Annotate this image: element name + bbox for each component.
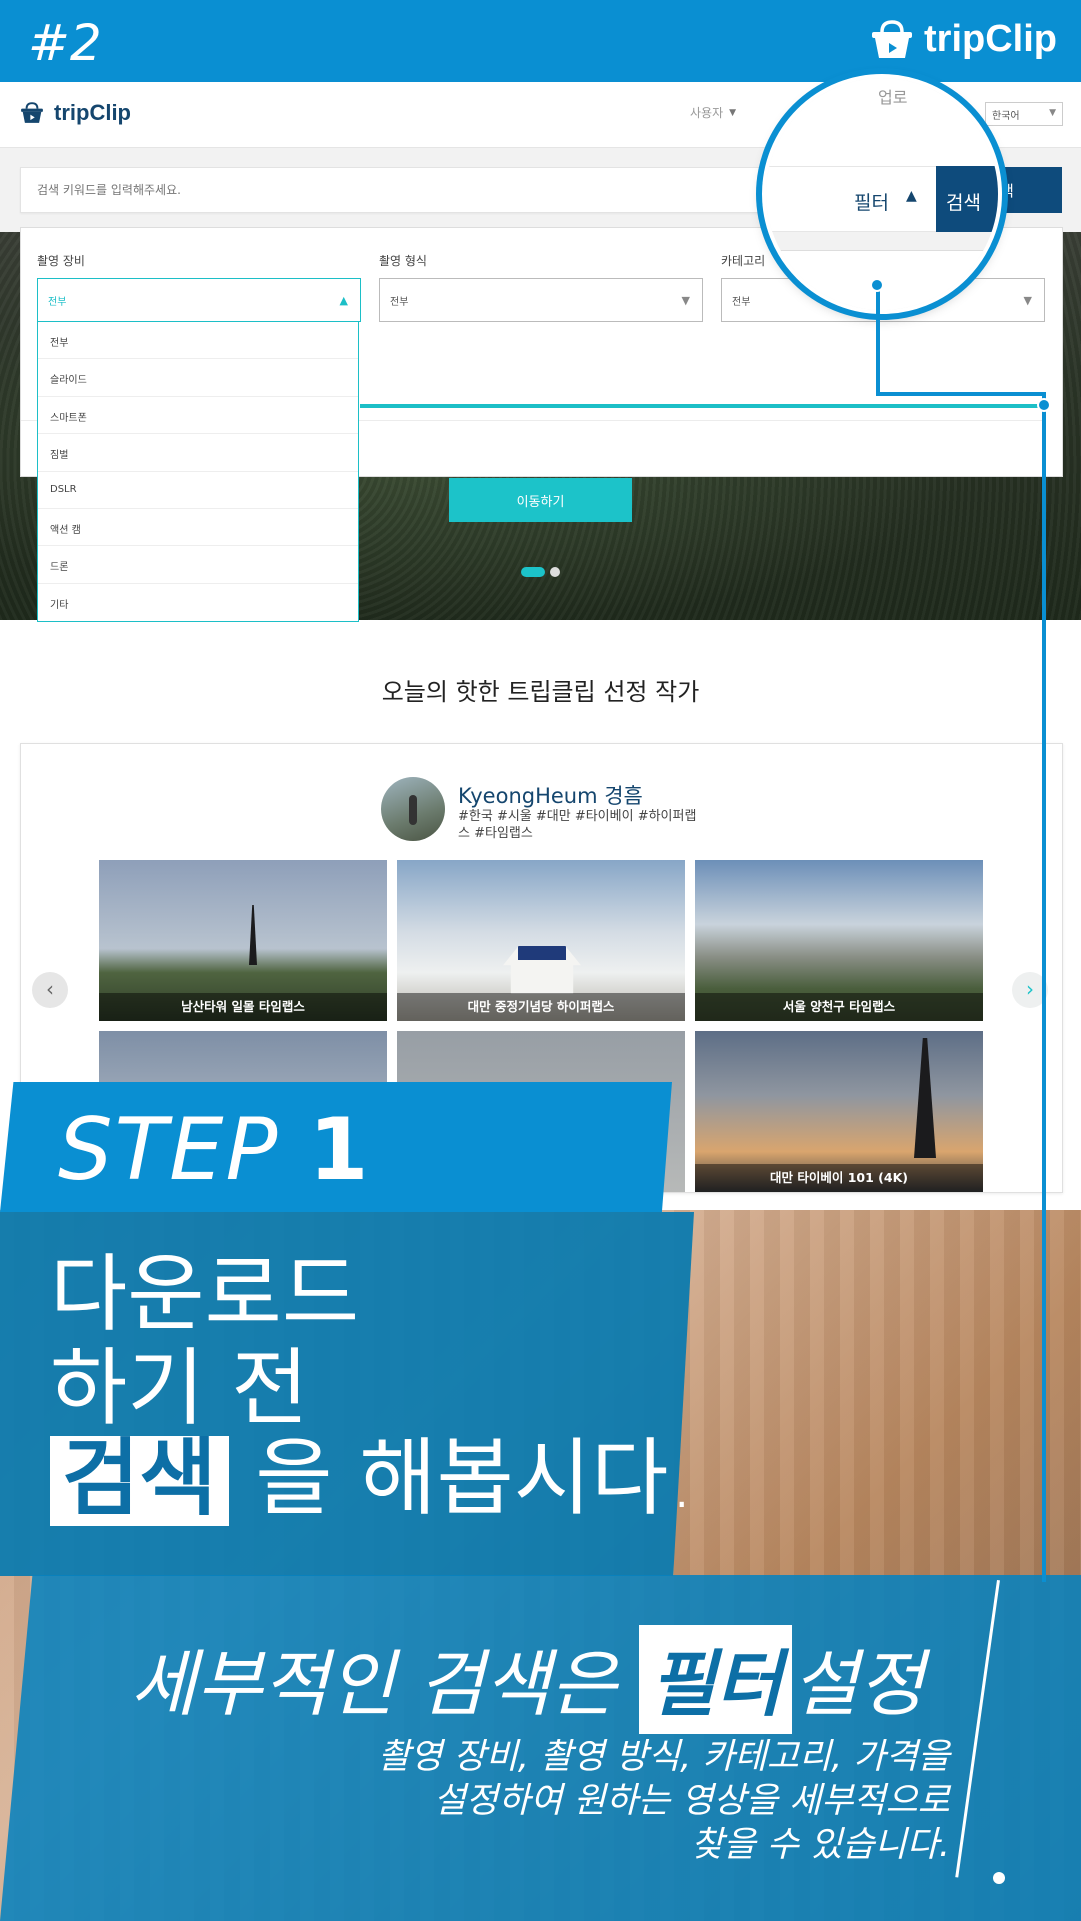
caret-up-icon: ▲	[906, 188, 917, 204]
caret-down-icon: ▼	[729, 107, 737, 118]
video-thumbnail[interactable]: 대만 중정기념당 하이퍼랩스	[397, 860, 685, 1021]
step-number-label: #2	[28, 14, 102, 72]
filter-select-format[interactable]: 전부 ▼	[379, 278, 703, 322]
filter-heading-highlight: 필터	[639, 1625, 792, 1734]
equipment-dropdown-list: 전부 슬라이드 스마트폰 짐벌 DSLR 액션 캠 드론 기타	[37, 322, 359, 623]
magnifier-callout: 업로 필터 ▲ 검색	[762, 74, 1002, 314]
video-thumbnail[interactable]: 대만 타이베이 101 (4K)	[695, 1031, 983, 1192]
dropdown-option-slider[interactable]: 슬라이드	[38, 359, 358, 397]
featured-section-title: 오늘의 핫한 트립클립 선정 작가	[381, 678, 700, 706]
chevron-left-icon: ‹	[46, 977, 54, 1001]
top-banner: #2 tripClip	[0, 0, 1081, 82]
filter-label-category: 카테고리	[721, 254, 766, 268]
callout-connector-horizontal	[876, 392, 1046, 396]
step-number: 1	[308, 1100, 371, 1200]
video-caption: 남산타워 일몰 타임랩스	[99, 993, 387, 1021]
basket-icon	[21, 102, 43, 123]
heading-line-3: 검색 을 해봅시다.	[50, 1436, 695, 1526]
heading-line-1: 다운로드	[50, 1245, 360, 1343]
nav-menu-user-label: 사용자	[690, 106, 724, 120]
nav-menu-user[interactable]: 사용자 ▼	[690, 104, 736, 121]
caret-up-icon: ▲	[339, 294, 348, 307]
filter-label-equipment: 촬영 장비	[37, 254, 85, 268]
banner-logo: tripClip	[870, 18, 1057, 61]
description-line-2: 설정하여 원하는 영상을 세부적으로	[433, 1781, 950, 1821]
video-thumbnail[interactable]: 남산타워 일몰 타임랩스	[99, 860, 387, 1021]
artist-tags: #한국 #시울 #대만 #타이베이 #하이퍼랩스 #타임랩스	[458, 809, 697, 841]
dropdown-option-drone[interactable]: 드론	[38, 546, 358, 584]
heading-highlight: 검색	[50, 1436, 229, 1526]
heading-line-2: 하기 전	[50, 1339, 309, 1437]
site-logo[interactable]: tripClip	[20, 100, 131, 126]
step-heading: STEP 1	[58, 1100, 371, 1200]
artist-avatar[interactable]	[381, 777, 445, 841]
callout-connector-vertical	[876, 284, 880, 394]
video-thumbnail[interactable]: 서울 양천구 타임랩스	[695, 860, 983, 1021]
heading-rest: 을 해봅시다.	[255, 1429, 696, 1527]
filter-select-format-value: 전부	[390, 297, 409, 308]
chevron-right-icon: ›	[1026, 977, 1034, 1001]
description-line-3: 찾을 수 있습니다.	[691, 1825, 950, 1865]
dropdown-option-all[interactable]: 전부	[38, 322, 358, 360]
site-brand-text: tripClip	[54, 100, 131, 125]
slide-dot-active[interactable]	[521, 567, 545, 577]
slide-dot[interactable]	[550, 567, 560, 577]
carousel-prev-button[interactable]: ‹	[32, 972, 68, 1008]
caret-down-icon: ▼	[1049, 108, 1056, 118]
video-caption: 대만 타이베이 101 (4K)	[695, 1164, 983, 1192]
callout-dot	[1037, 398, 1051, 412]
description-line-1: 촬영 장비, 촬영 방식, 카테고리, 가격을	[377, 1737, 950, 1777]
memorial-hall-silhouette	[503, 946, 581, 994]
decorative-white-dot	[993, 1872, 1005, 1884]
tower-silhouette	[914, 1038, 936, 1158]
filter-select-category-value: 전부	[732, 297, 751, 308]
video-caption: 서울 양천구 타임랩스	[695, 993, 983, 1021]
dropdown-option-action-cam[interactable]: 액션 캠	[38, 509, 358, 547]
dropdown-option-dslr[interactable]: DSLR	[38, 472, 358, 509]
filter-description: 촬영 장비, 촬영 방식, 카테고리, 가격을 설정하여 원하는 영상을 세부적…	[260, 1735, 950, 1867]
caret-down-icon: ▼	[681, 294, 690, 307]
dropdown-option-smartphone[interactable]: 스마트폰	[38, 397, 358, 435]
video-caption: 대만 중정기념당 하이퍼랩스	[397, 993, 685, 1021]
callout-connector-long	[1042, 392, 1046, 1582]
filter-select-equipment-value: 전부	[48, 297, 67, 308]
filter-heading: 세부적인 검색은 필터 설정	[130, 1625, 924, 1734]
filter-heading-post: 설정	[791, 1642, 925, 1726]
artist-name[interactable]: KyeongHeum 경흠	[458, 780, 643, 810]
slide-indicator	[521, 567, 560, 577]
magnifier-upload-text: 업로	[878, 88, 908, 107]
banner-brand-text: tripClip	[924, 18, 1057, 60]
filter-select-equipment[interactable]: 전부 ▲	[37, 278, 361, 322]
tower-silhouette	[249, 905, 257, 965]
dropdown-connector-line	[360, 404, 1046, 408]
basket-icon	[872, 19, 913, 58]
filter-heading-pre: 세부적인 검색은	[130, 1642, 617, 1726]
dropdown-option-other[interactable]: 기타	[38, 584, 358, 621]
callout-dot	[870, 278, 884, 292]
dropdown-option-gimbal[interactable]: 짐벌	[38, 434, 358, 472]
caret-down-icon: ▼	[1023, 294, 1032, 307]
filter-toggle-label[interactable]: 필터	[854, 188, 889, 215]
magnifier-search-label: 검색	[946, 192, 981, 214]
filter-label-format: 촬영 형식	[379, 254, 427, 268]
move-button[interactable]: 이동하기	[449, 478, 632, 522]
step-word: STEP	[58, 1100, 280, 1200]
